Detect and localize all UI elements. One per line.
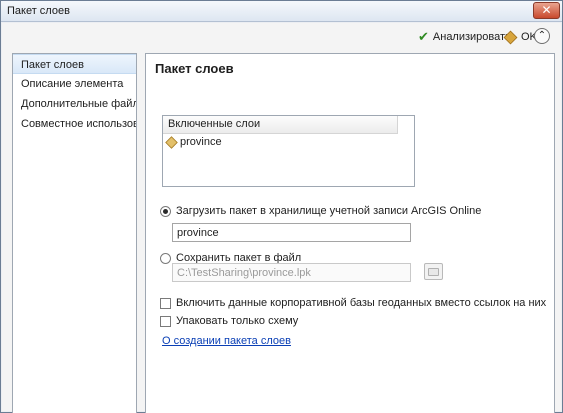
dialog-body: ✔ Анализировать OK ⌃ Пакет слоев Описани… — [2, 23, 561, 413]
enterprise-data-label: Включить данные корпоративной базы геода… — [176, 297, 547, 309]
title-bar[interactable]: Пакет слоев ✕ — [1, 1, 562, 22]
enterprise-data-checkbox[interactable]: Включить данные корпоративной базы геода… — [160, 296, 546, 310]
chevron-up-icon[interactable]: ⌃ — [534, 28, 550, 44]
file-path-input[interactable] — [172, 263, 411, 282]
dialog-window: Пакет слоев ✕ ✔ Анализировать OK ⌃ Пакет… — [0, 0, 563, 413]
check-icon: ✔ — [418, 29, 429, 45]
folder-icon — [428, 267, 439, 276]
schema-only-label: Упаковать только схему — [176, 315, 299, 327]
main-panel: Пакет слоев Включенные слои province Заг… — [145, 53, 555, 413]
upload-option-label: Загрузить пакет в хранилище учетной запи… — [176, 205, 482, 217]
layer-name: province — [180, 136, 222, 148]
help-link[interactable]: О создании пакета слоев — [162, 335, 291, 347]
radio-button-save[interactable] — [160, 252, 171, 264]
schema-only-checkbox[interactable]: Упаковать только схему — [160, 314, 298, 328]
analyze-label: Анализировать — [432, 31, 511, 43]
sidebar-item-sharing[interactable]: Совместное использование — [13, 114, 136, 134]
layers-column-header: Включенные слои — [163, 116, 398, 134]
checkbox-schema[interactable] — [160, 315, 171, 327]
sidebar: Пакет слоев Описание элемента Дополнител… — [12, 53, 137, 413]
ok-button[interactable]: OK — [503, 29, 537, 45]
upload-option-radio[interactable]: Загрузить пакет в хранилище учетной запи… — [160, 204, 481, 218]
list-item[interactable]: province — [163, 134, 414, 150]
close-button[interactable]: ✕ — [533, 2, 560, 19]
sidebar-item-additional-files[interactable]: Дополнительные файлы — [13, 94, 136, 114]
package-icon — [503, 30, 518, 44]
sidebar-item-layer-package[interactable]: Пакет слоев — [13, 54, 136, 74]
package-name-input[interactable] — [172, 223, 411, 242]
analyze-button[interactable]: ✔ Анализировать — [418, 29, 511, 45]
checkbox-enterprise[interactable] — [160, 297, 171, 309]
included-layers-list[interactable]: Включенные слои province — [162, 115, 415, 187]
layer-icon — [165, 135, 178, 149]
window-title: Пакет слоев — [7, 5, 70, 17]
sidebar-item-item-description[interactable]: Описание элемента — [13, 74, 136, 94]
page-title: Пакет слоев — [155, 61, 234, 76]
browse-folder-button[interactable] — [424, 263, 443, 280]
radio-button-upload[interactable] — [160, 205, 171, 217]
